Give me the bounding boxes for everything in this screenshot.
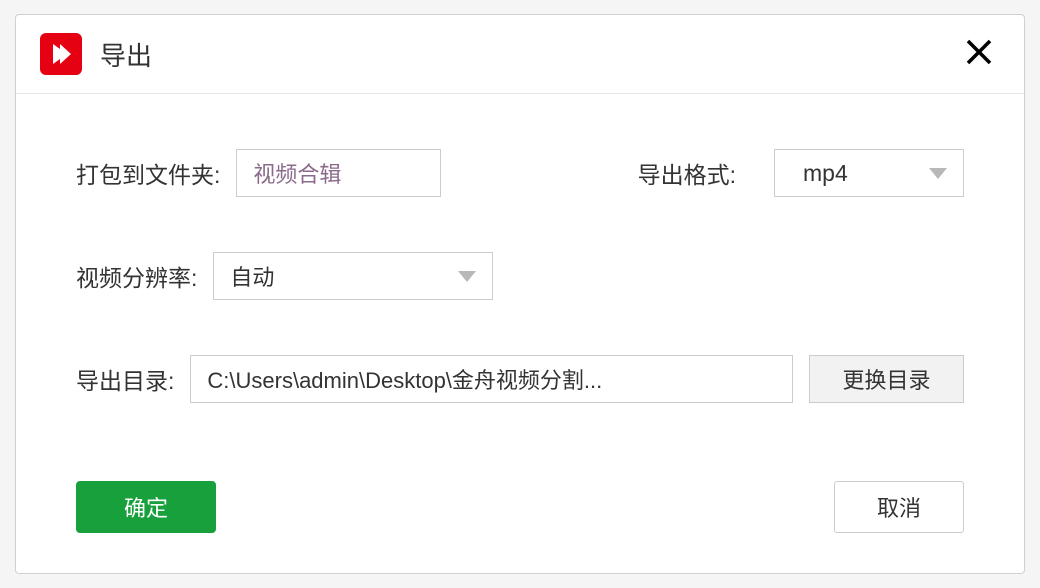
dialog-footer: 确定 取消 — [16, 481, 1024, 573]
resolution-label: 视频分辨率: — [76, 259, 197, 293]
folder-label: 打包到文件夹: — [76, 156, 220, 190]
ok-button[interactable]: 确定 — [76, 481, 216, 533]
row-export-path: 导出目录: C:\Users\admin\Desktop\金舟视频分割... 更… — [76, 355, 964, 403]
row-folder-format: 打包到文件夹: 导出格式: mp4 — [76, 149, 964, 197]
format-label: 导出格式: — [638, 156, 736, 190]
resolution-dropdown[interactable]: 自动 — [213, 252, 493, 300]
dialog-content: 打包到文件夹: 导出格式: mp4 视频分辨率: 自动 导出目录: C:\Use… — [16, 94, 1024, 481]
change-directory-button[interactable]: 更换目录 — [809, 355, 964, 403]
titlebar: 导出 — [16, 15, 1024, 94]
row-resolution: 视频分辨率: 自动 — [76, 252, 964, 300]
format-dropdown[interactable]: mp4 — [774, 149, 964, 197]
chevron-down-icon — [458, 271, 476, 282]
dialog-title: 导出 — [100, 36, 152, 73]
export-dialog: 导出 打包到文件夹: 导出格式: mp4 视频分辨率: 自动 — [15, 14, 1025, 574]
close-icon[interactable] — [958, 37, 1000, 71]
format-value: mp4 — [803, 160, 848, 187]
chevron-down-icon — [929, 168, 947, 179]
path-label: 导出目录: — [76, 362, 174, 396]
path-display: C:\Users\admin\Desktop\金舟视频分割... — [190, 355, 793, 403]
folder-input[interactable] — [236, 149, 441, 197]
resolution-value: 自动 — [230, 260, 274, 292]
app-icon — [40, 33, 82, 75]
title-left: 导出 — [40, 33, 152, 75]
cancel-button[interactable]: 取消 — [834, 481, 964, 533]
